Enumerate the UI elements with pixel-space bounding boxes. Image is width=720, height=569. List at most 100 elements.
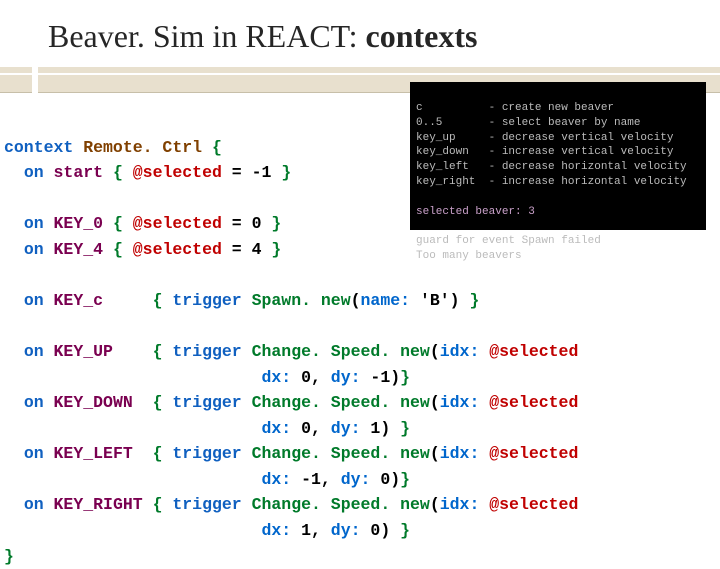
num: -1 [252, 163, 272, 182]
brace: } [400, 521, 410, 540]
kw-on: on [24, 342, 44, 361]
event-key4: KEY_4 [54, 240, 104, 259]
paren: ( [430, 444, 440, 463]
op-eq: = [232, 163, 242, 182]
arg-dx: dx: [261, 521, 291, 540]
num: 4 [252, 240, 262, 259]
brace: } [469, 291, 479, 310]
paren: ) [380, 419, 390, 438]
term-line: key_down - increase vertical velocity [416, 146, 673, 158]
brace: { [153, 444, 163, 463]
num: 0 [301, 419, 311, 438]
call-spawn: Spawn. new [252, 291, 351, 310]
brace: } [400, 470, 410, 489]
brace: { [153, 495, 163, 514]
title-bold: contexts [366, 18, 478, 54]
var-selected: @selected [489, 393, 578, 412]
call-changespeed: Change. Speed. new [252, 393, 430, 412]
term-line: guard for event Spawn failed [416, 235, 601, 247]
kw-on: on [24, 444, 44, 463]
var-selected: @selected [133, 240, 222, 259]
term-line: key_up - decrease vertical velocity [416, 132, 673, 144]
brace: { [113, 163, 123, 182]
num: 0 [380, 470, 390, 489]
term-line: key_left - decrease horizontal velocity [416, 161, 687, 173]
event-keyright: KEY_RIGHT [54, 495, 143, 514]
context-name: Remote. Ctrl [83, 138, 202, 157]
num: 0 [301, 368, 311, 387]
arg-idx: idx: [440, 444, 480, 463]
paren: ) [380, 521, 390, 540]
arg-idx: idx: [440, 342, 480, 361]
kw-on: on [24, 163, 44, 182]
kw-on: on [24, 393, 44, 412]
str-b: 'B' [420, 291, 450, 310]
term-line: 0..5 - select beaver by name [416, 117, 640, 129]
brace: { [212, 138, 222, 157]
term-line: selected beaver: 3 [416, 206, 535, 218]
call-changespeed: Change. Speed. new [252, 495, 430, 514]
arg-idx: idx: [440, 495, 480, 514]
term-line: key_right - increase horizontal velocity [416, 176, 687, 188]
num: 0 [370, 521, 380, 540]
brace: } [271, 240, 281, 259]
brace: { [153, 342, 163, 361]
op-eq: = [232, 240, 242, 259]
paren: ( [430, 393, 440, 412]
arg-name: name: [361, 291, 411, 310]
term-line: Too many beavers [416, 250, 522, 262]
kw-trigger: trigger [172, 342, 241, 361]
paren: ) [390, 470, 400, 489]
arg-dx: dx: [261, 470, 291, 489]
var-selected: @selected [489, 444, 578, 463]
slide-title: Beaver. Sim in REACT: contexts [0, 0, 720, 61]
brace: } [271, 214, 281, 233]
paren: ) [450, 291, 460, 310]
event-keyleft: KEY_LEFT [54, 444, 133, 463]
call-changespeed: Change. Speed. new [252, 444, 430, 463]
arg-dy: dy: [331, 521, 361, 540]
event-keydown: KEY_DOWN [54, 393, 133, 412]
num: 1 [301, 521, 311, 540]
brace: { [113, 240, 123, 259]
var-selected: @selected [489, 342, 578, 361]
kw-on: on [24, 240, 44, 259]
paren: ) [390, 368, 400, 387]
brace: } [400, 419, 410, 438]
kw-on: on [24, 291, 44, 310]
call-changespeed: Change. Speed. new [252, 342, 430, 361]
brace: } [281, 163, 291, 182]
kw-trigger: trigger [172, 495, 241, 514]
arg-dy: dy: [341, 470, 371, 489]
var-selected: @selected [133, 214, 222, 233]
var-selected: @selected [489, 495, 578, 514]
num: 0 [252, 214, 262, 233]
kw-on: on [24, 214, 44, 233]
arg-dx: dx: [261, 419, 291, 438]
brace: } [4, 547, 14, 566]
brace: { [113, 214, 123, 233]
num: -1 [370, 368, 390, 387]
arg-dy: dy: [331, 419, 361, 438]
brace: } [400, 368, 410, 387]
kw-trigger: trigger [172, 393, 241, 412]
event-start: start [54, 163, 104, 182]
title-text: Beaver. Sim in REACT: [48, 18, 366, 54]
num: 1 [370, 419, 380, 438]
paren: ( [430, 342, 440, 361]
brace: { [153, 291, 163, 310]
event-key0: KEY_0 [54, 214, 104, 233]
paren: ( [430, 495, 440, 514]
arg-dy: dy: [331, 368, 361, 387]
num: -1 [301, 470, 321, 489]
event-keyc: KEY_c [54, 291, 104, 310]
terminal-overlay: c - create new beaver 0..5 - select beav… [410, 82, 706, 230]
op-eq: = [232, 214, 242, 233]
arg-idx: idx: [440, 393, 480, 412]
event-keyup: KEY_UP [54, 342, 113, 361]
kw-on: on [24, 495, 44, 514]
kw-trigger: trigger [172, 291, 241, 310]
kw-trigger: trigger [172, 444, 241, 463]
term-line: c - create new beaver [416, 102, 614, 114]
kw-context: context [4, 138, 73, 157]
